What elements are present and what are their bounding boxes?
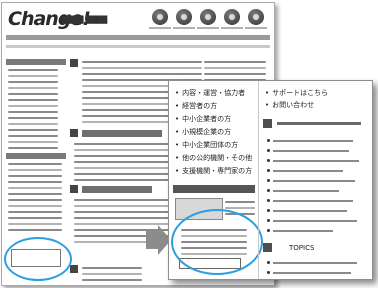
sidebar-links[interactable]	[8, 69, 58, 153]
nav-icon-2[interactable]	[176, 9, 192, 25]
topics-heading: TOPICS	[289, 244, 315, 252]
column-divider	[258, 81, 259, 279]
section-icon	[70, 185, 78, 193]
menu-item[interactable]: 内容・運営・協力者	[175, 88, 245, 98]
sidebar-heading	[6, 153, 66, 159]
section-heading	[277, 122, 361, 125]
nav-icon-3[interactable]	[200, 9, 216, 25]
menu-item[interactable]: 中小企業者の方	[175, 114, 231, 124]
highlight-circle	[4, 237, 72, 281]
section-list[interactable]	[74, 143, 174, 185]
nav-icon-4[interactable]	[224, 9, 240, 25]
section-heading-bar	[173, 185, 255, 193]
section-icon	[70, 265, 78, 273]
section-icon	[70, 129, 78, 137]
menu-item[interactable]: 他の公的機関・その他	[175, 153, 252, 163]
zoom-panel: 内容・運営・協力者 経営者の方 中小企業者の方 小規模企業の方 中小企業団体の方…	[168, 80, 373, 280]
highlight-circle	[171, 209, 263, 275]
right-item[interactable]: お問い合わせ	[265, 100, 314, 110]
menu-item[interactable]: 中小企業団体の方	[175, 140, 238, 150]
menu-item[interactable]: 経営者の方	[175, 101, 217, 111]
site-title: ████ ████	[62, 16, 108, 24]
section-icon	[70, 59, 78, 67]
section-heading	[82, 130, 162, 137]
section-heading	[82, 186, 152, 193]
topics-icon	[263, 243, 272, 252]
nav-icon-1[interactable]	[152, 9, 168, 25]
top-navigation-bar[interactable]	[6, 35, 270, 40]
right-item[interactable]: サポートはこちら	[265, 88, 328, 98]
nav-icon-5[interactable]	[248, 9, 264, 25]
menu-item[interactable]: 小規模企業の方	[175, 127, 231, 137]
zoom-arrow-body	[146, 231, 158, 249]
section-list[interactable]	[82, 267, 142, 285]
sidebar-links[interactable]	[8, 163, 62, 235]
menu-item[interactable]: 支援機関・専門家の方	[175, 166, 252, 176]
secondary-navigation[interactable]	[6, 45, 270, 48]
sidebar-heading	[6, 59, 66, 65]
section-icon	[263, 119, 272, 128]
